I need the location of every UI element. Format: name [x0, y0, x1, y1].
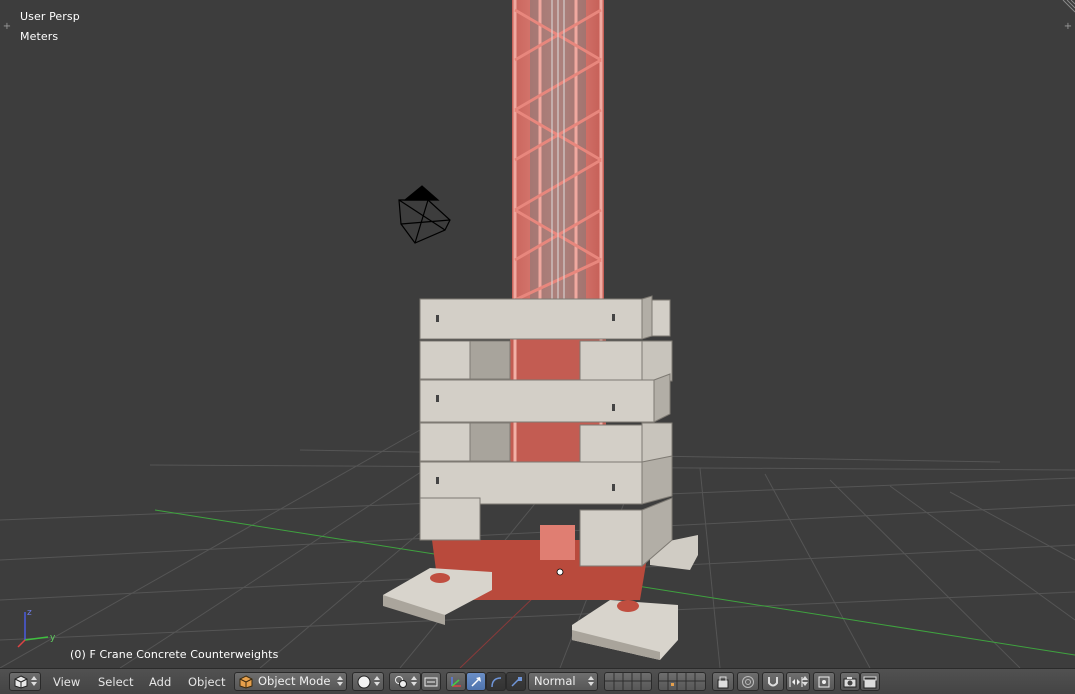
up-down-arrows-icon [411, 676, 417, 686]
rotate-arc-icon [491, 677, 502, 688]
snap-target-icon [818, 676, 830, 688]
scale-icon [511, 677, 522, 687]
viewport-header: View Select Add Object Object Mode Norma… [0, 668, 1075, 694]
area-split-corner-icon[interactable] [1061, 0, 1075, 14]
units-label: Meters [20, 30, 59, 43]
manipulator-axes-icon [451, 677, 461, 687]
scene-render: z y [0, 0, 1075, 668]
view-name: User Persp [20, 10, 80, 23]
transform-orientation-select[interactable]: Normal [528, 672, 598, 691]
mode-selector[interactable]: Object Mode [234, 672, 347, 691]
proportional-circle-icon [742, 676, 754, 688]
mode-label: Object Mode [258, 674, 331, 688]
snap-target-button[interactable] [813, 672, 835, 691]
translate-arrow-icon [471, 677, 481, 687]
scene-layers-row1[interactable] [604, 672, 652, 691]
translate-manipulator-button[interactable] [466, 672, 486, 691]
axis-y-label: y [50, 633, 56, 643]
layer-grid-icon [605, 673, 651, 690]
camera-object [398, 185, 451, 244]
viewport-shading-button[interactable] [352, 672, 384, 691]
menu-object[interactable]: Object [188, 673, 225, 691]
up-down-arrows-icon [337, 676, 343, 686]
editor-type-button[interactable] [9, 672, 41, 691]
up-down-arrows-icon [588, 676, 594, 686]
camera-render-icon [843, 677, 857, 688]
opengl-render-animation-button[interactable] [860, 672, 880, 691]
pivot-point-button[interactable] [389, 672, 421, 691]
transform-manipulator-toggle[interactable] [446, 672, 466, 691]
active-object-info: (0) F Crane Concrete Counterweights [70, 648, 279, 661]
scene-layers-row2[interactable] [658, 672, 706, 691]
scale-manipulator-button[interactable] [506, 672, 526, 691]
up-down-arrows-icon [374, 676, 380, 686]
clapperboard-icon [863, 676, 877, 689]
snap-increment-icon [789, 677, 803, 687]
axis-gizmo: z y [17, 608, 56, 648]
lock-camera-button[interactable] [712, 672, 734, 691]
rotate-manipulator-button[interactable] [486, 672, 506, 691]
3d-viewport[interactable]: z y User Persp Meters (0) F Crane Concre… [0, 0, 1075, 668]
menu-add[interactable]: Add [149, 673, 171, 691]
up-down-arrows-icon [31, 676, 37, 686]
layer-grid-icon [659, 673, 705, 690]
axis-z-label: z [27, 608, 32, 618]
snap-toggle-button[interactable] [762, 672, 784, 691]
manipulate-center-points-button[interactable] [421, 672, 441, 691]
up-down-arrows-icon [802, 676, 808, 686]
solid-sphere-icon [357, 675, 371, 689]
cube-icon [14, 675, 28, 689]
lock-scene-icon [717, 676, 729, 689]
snap-element-select[interactable] [786, 672, 810, 691]
magnet-icon [768, 677, 778, 687]
opengl-render-button[interactable] [840, 672, 860, 691]
center-points-icon [424, 677, 438, 687]
object-origin [556, 568, 564, 576]
orientation-label: Normal [534, 674, 576, 688]
properties-toggle-icon[interactable]: + [1063, 22, 1073, 32]
menu-select[interactable]: Select [98, 673, 133, 691]
toolshelf-toggle-icon[interactable]: + [2, 22, 12, 32]
menu-view[interactable]: View [53, 673, 80, 691]
pivot-icon [395, 676, 407, 688]
object-mode-cube-icon [239, 675, 253, 689]
proportional-edit-button[interactable] [737, 672, 759, 691]
